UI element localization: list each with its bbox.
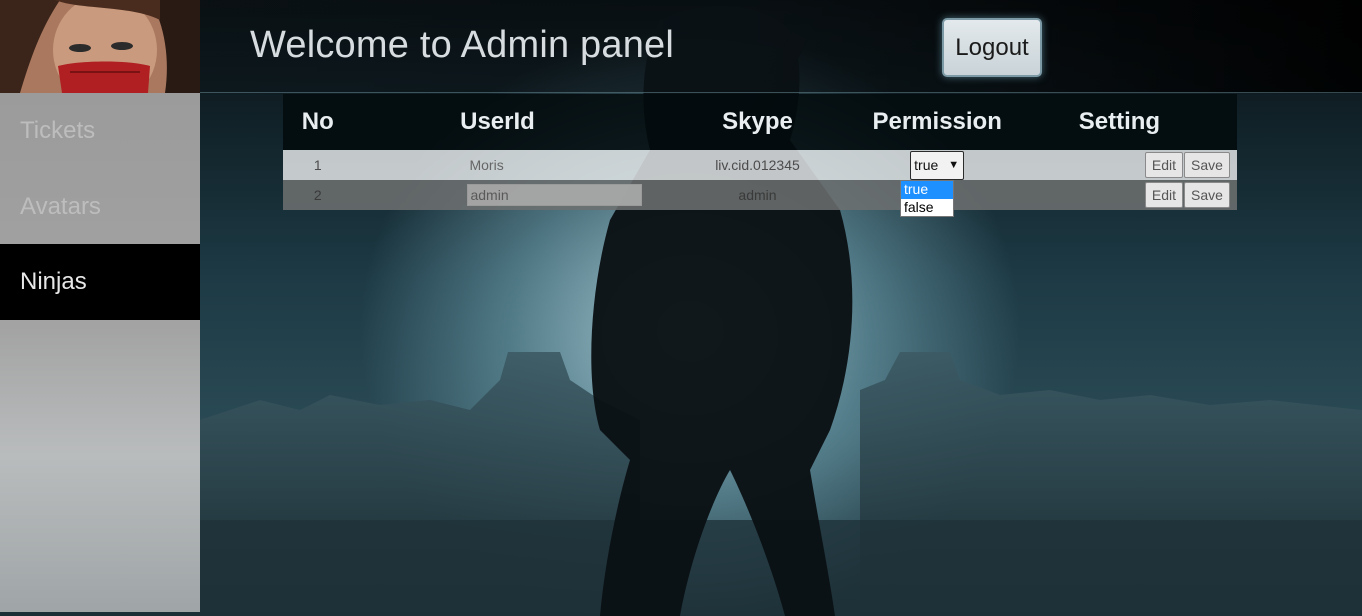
cell-setting: Edit Save	[1002, 180, 1237, 210]
column-header-permission: Permission	[872, 108, 1002, 135]
column-header-setting: Setting	[1078, 108, 1161, 135]
logout-button[interactable]: Logout	[942, 18, 1042, 77]
column-header-skype: Skype	[722, 108, 793, 135]
permission-dropdown-list: true false	[900, 180, 954, 217]
cell-setting: Edit Save	[1002, 150, 1237, 180]
column-header-userid: UserId	[460, 108, 535, 135]
masked-woman-portrait-icon	[0, 0, 200, 93]
permission-select[interactable]: true ▼	[910, 150, 965, 180]
save-button[interactable]: Save	[1184, 152, 1230, 178]
permission-select-value: true	[914, 156, 939, 173]
save-button[interactable]: Save	[1184, 182, 1230, 208]
page-title: Welcome to Admin panel	[250, 24, 675, 66]
cell-userid: Moris	[352, 150, 642, 180]
edit-button[interactable]: Edit	[1144, 182, 1183, 208]
chevron-down-icon: ▼	[948, 158, 960, 171]
sidebar-item-tickets[interactable]: Tickets	[0, 93, 200, 169]
sidebar: Tickets Avatars Ninjas	[0, 93, 200, 612]
table-row: 1 Moris liv.cid.012345 true ▼ Edit Save	[283, 150, 1237, 180]
cell-no: 2	[313, 187, 322, 203]
table-header-row: No UserId Skype Permission Setting	[283, 94, 1237, 150]
sidebar-item-ninjas[interactable]: Ninjas	[0, 244, 200, 320]
cell-skype: admin	[738, 187, 777, 203]
cell-no: 1	[313, 157, 322, 173]
dropdown-option-false[interactable]: false	[901, 199, 953, 217]
column-header-no: No	[301, 108, 334, 135]
top-header: Welcome to Admin panel Logout	[0, 0, 1362, 93]
cell-userid	[352, 180, 643, 210]
cell-permission: true ▼	[872, 150, 1001, 180]
table-row: 2 admin EditSave	[283, 180, 1237, 210]
dropdown-option-true[interactable]: true	[901, 181, 953, 199]
sidebar-item-avatars[interactable]: Avatars	[0, 169, 200, 245]
ninjas-table: No UserId Skype Permission Setting 1 Mor…	[283, 94, 1237, 210]
user-avatar	[0, 0, 200, 93]
cell-skype: liv.cid.012345	[715, 157, 800, 173]
edit-button[interactable]: Edit	[1144, 152, 1183, 178]
userid-text: Moris	[469, 157, 504, 173]
userid-input[interactable]	[467, 184, 643, 206]
